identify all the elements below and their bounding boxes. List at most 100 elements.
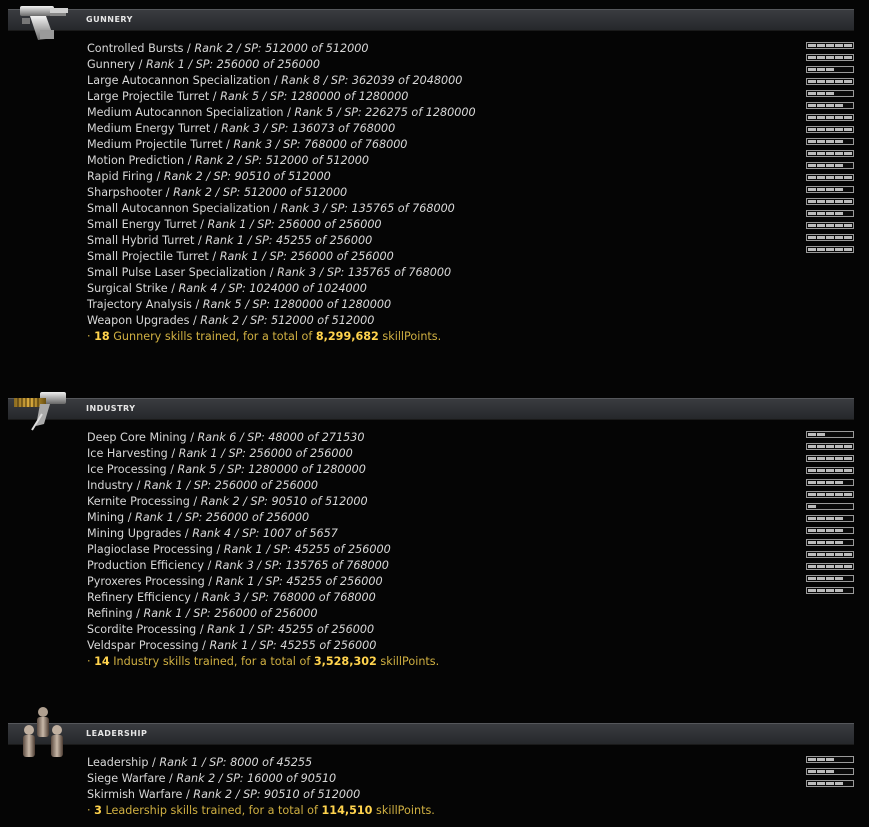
separator: / [270,74,282,87]
skill-level-segment [817,152,825,155]
skill-level-bar [806,42,854,49]
section-header-industry: INDUSTRY [8,398,854,420]
skill-level-segment [808,44,816,47]
skill-level-segment [817,92,825,95]
skill-level-segment [817,56,825,59]
skill-points: SP: 90510 of 512000 [243,788,361,801]
separator: / [248,639,260,652]
skill-level-segment [808,481,816,484]
skill-level-fill [808,541,843,544]
separator: / [215,772,227,785]
skill-row: Refinery Efficiency / Rank 3 / SP: 76800… [87,590,439,606]
skill-row: Veldspar Processing / Rank 1 / SP: 45255… [87,638,439,654]
separator: / [167,282,179,295]
skill-points: SP: 362039 of 2048000 [330,74,463,87]
skill-name: Controlled Bursts [87,42,184,55]
separator: / [236,431,248,444]
skill-name: Mining [87,511,125,524]
skill-level-fill [808,248,852,251]
summary-skill-count: 3 [94,804,102,817]
skill-rank: Rank 2 [163,170,203,183]
skill-level-fill [808,577,843,580]
summary-skill-count: 14 [94,655,110,668]
skill-level-segment [835,457,843,460]
skill-level-segment [835,481,843,484]
skill-level-fill [808,529,843,532]
separator: / [319,202,331,215]
skill-level-bar [806,503,854,510]
skill-name: Ice Harvesting [87,447,168,460]
skill-name: Plagioclase Processing [87,543,213,556]
skill-level-segment [817,553,825,556]
skill-name: Kernite Processing [87,495,190,508]
separator: / [196,218,208,231]
skill-name: Large Projectile Turret [87,90,210,103]
skill-level-segment [826,445,834,448]
skill-points: SP: 45255 of 256000 [265,575,383,588]
skill-level-segment [808,236,816,239]
separator: / [233,42,245,55]
skill-level-segment [826,758,834,761]
skill-level-segment [808,565,816,568]
skill-level-fill [808,493,852,496]
skill-level-segment [835,116,843,119]
separator: / [240,591,252,604]
skill-level-segment [808,152,816,155]
skill-row: Gunnery / Rank 1 / SP: 256000 of 256000 [87,57,476,73]
skill-level-fill [808,116,852,119]
section-summary: · 18 Gunnery skills trained, for a total… [87,329,476,345]
skill-level-segment [826,200,834,203]
skill-points: SP: 768000 of 768000 [251,591,376,604]
skill-level-bar [806,198,854,205]
skill-name: Large Autocannon Specialization [87,74,271,87]
skill-level-segment [817,589,825,592]
section-title: LEADERSHIP [86,729,148,738]
skill-points: SP: 256000 of 256000 [269,250,394,263]
skill-rank: Rank 1 [205,234,245,247]
skill-level-segment [817,68,825,71]
skill-rank: Rank 2 [176,772,216,785]
skill-level-segment [808,553,816,556]
skill-level-segment [835,248,843,251]
skill-level-bar [806,491,854,498]
skill-level-bar [806,222,854,229]
separator: / [232,788,244,801]
skill-level-segment [826,224,834,227]
skill-points: SP: 8000 of 45255 [209,756,313,769]
skill-level-segment [808,56,816,59]
skill-row: Large Autocannon Specialization / Rank 8… [87,73,476,89]
separator: / [198,639,210,652]
skill-level-bar [806,186,854,193]
separator: / [196,623,208,636]
skill-row: Refining / Rank 1 / SP: 256000 of 256000 [87,606,439,622]
skill-level-segment [808,529,816,532]
skill-rank: Rank 1 [223,543,263,556]
skill-rank: Rank 1 [135,511,174,524]
summary-total-sp: 114,510 [321,804,373,817]
skill-points: SP: 226275 of 1280000 [344,106,476,119]
skill-row: Small Pulse Laser Specialization / Rank … [87,265,476,281]
skill-level-fill [808,457,852,460]
skill-points: SP: 256000 of 256000 [195,58,320,71]
skill-level-segment [808,248,816,251]
skill-rank: Rank 2 [200,314,240,327]
skill-rank: Rank 2 [194,42,234,55]
skill-row: Small Projectile Turret / Rank 1 / SP: 2… [87,249,476,265]
skill-level-bar [806,114,854,121]
skill-level-segment [844,445,852,448]
skill-level-segment [817,577,825,580]
skill-level-segment [826,176,834,179]
skill-name: Medium Autocannon Specialization [87,106,284,119]
skill-level-bar [806,210,854,217]
skill-level-segment [817,517,825,520]
skill-level-segment [826,481,834,484]
separator: / [182,607,194,620]
skill-level-segment [817,200,825,203]
separator: / [333,106,345,119]
skill-name: Medium Projectile Turret [87,138,223,151]
skill-level-segment [835,152,843,155]
skill-level-segment [844,457,852,460]
skill-name: Mining Upgrades [87,527,182,540]
separator: / [260,122,271,135]
leadership-figures-icon [16,704,82,757]
